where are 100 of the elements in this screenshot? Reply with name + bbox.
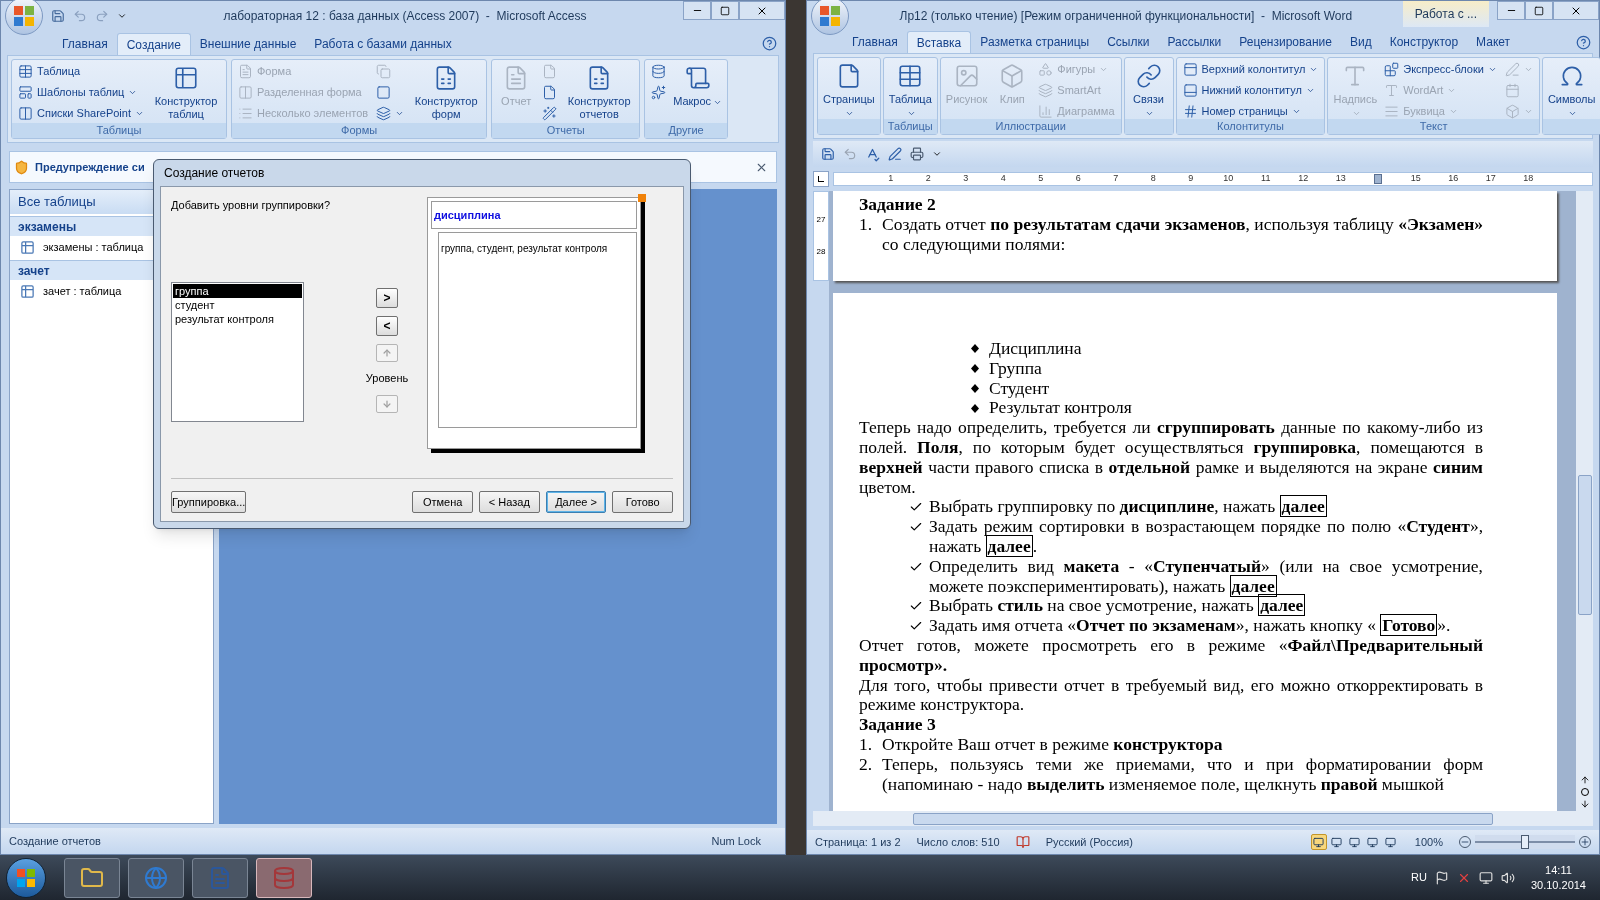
ribbon-tab[interactable]: Конструктор [1380,31,1468,53]
dialog-button[interactable]: Готово [612,491,673,513]
taskbar-app-button[interactable] [256,857,312,898]
input-language[interactable]: RU [1411,869,1427,886]
ribbon-tab[interactable]: Внешние данные [190,33,306,55]
maximize-icon [720,5,730,16]
ribbon-tab[interactable]: Главная [53,33,117,55]
language-status[interactable]: Русский (Россия) [1045,833,1133,851]
nav-item[interactable]: экзамены : таблица [10,236,213,258]
volume-icon[interactable] [1500,870,1515,885]
save-icon[interactable] [51,9,65,23]
dialog-button[interactable]: < Назад [479,491,540,513]
zoom-slider-thumb[interactable] [1521,835,1529,849]
list-item[interactable]: результат контроля [173,311,302,326]
ribbon-button[interactable]: Страницы [820,59,878,119]
move-button[interactable]: > [376,288,398,308]
ribbon-button[interactable]: Шаблоны таблиц [14,82,148,103]
caret-icon[interactable] [117,11,127,21]
ruler-number: 5 [1037,172,1045,186]
heading: Задание 3 [859,715,937,735]
maximize-button[interactable] [711,1,739,20]
clock[interactable]: 14:11 30.10.2014 [1522,862,1594,893]
ribbon-button[interactable]: Таблица [14,61,148,82]
ribbon-tab[interactable]: Создание [116,33,191,55]
page-count[interactable]: Страница: 1 из 2 [815,833,901,851]
ribbon-button[interactable]: Таблица [885,59,935,119]
help-icon[interactable] [1576,34,1591,50]
office-button[interactable] [811,0,849,35]
edit-icon[interactable] [888,147,902,161]
dialog-button[interactable]: Далее > [545,491,607,513]
ribbon-tab[interactable]: Рецензирование [1230,31,1341,53]
start-button[interactable] [6,857,46,898]
ribbon-button[interactable]: Верхний колонтитул [1178,59,1323,80]
ribbon-button[interactable]: Конструктор форм [408,61,485,121]
field-list[interactable]: группа студент результат контроля [171,281,304,422]
boxed-word: далее [1279,495,1327,518]
ribbon-tab[interactable]: Вид [1340,31,1381,53]
ribbon-button[interactable]: Связи [1126,59,1171,119]
ribbon-tab[interactable]: Ссылки [1098,31,1159,53]
dialog-button[interactable]: Отмена [412,491,473,513]
proofing-icon[interactable] [1015,835,1030,849]
footer-icon [1182,83,1198,98]
copy-icon [376,64,392,79]
ribbon-tab[interactable]: Рассылки [1158,31,1231,53]
previous-page-icon[interactable] [1579,775,1590,785]
move-button[interactable]: < [376,316,398,336]
ruler-marker[interactable] [1374,174,1383,184]
zoom-in-icon[interactable] [1579,836,1591,848]
ribbon-button[interactable]: Символы [1544,59,1599,119]
scroll-thumb[interactable] [1577,475,1592,615]
maximize-button[interactable] [1525,1,1553,20]
dialog-button[interactable]: Группировка... [171,491,247,513]
taskbar-app-button[interactable] [64,857,120,898]
columns-icon [18,106,33,121]
ribbon-button[interactable]: Макрос [670,61,726,121]
level-label: Уровень [365,371,409,386]
caret-icon [1523,65,1533,74]
tab-selector[interactable] [813,171,829,187]
table-ruler-icon [173,65,199,91]
caret-icon[interactable] [932,149,942,159]
list-item[interactable]: группа [173,283,302,298]
next-page-icon[interactable] [1579,799,1590,809]
table-icon [18,64,33,79]
word-count[interactable]: Число слов: 510 [916,833,1000,851]
ruler-number: 7 [1112,172,1120,186]
ribbon-button[interactable]: Конструктор отчетов [561,61,638,121]
bullet-text: Студент [989,378,1050,399]
view-button[interactable] [1310,834,1327,850]
zoom-level[interactable]: 100% [1414,833,1443,851]
ribbon-button[interactable]: Конструктор таблиц [148,61,224,121]
ribbon-button[interactable]: Экспресс-блоки [1380,59,1501,80]
ribbon-button[interactable]: Списки SharePoint [14,103,148,124]
group-header-box: дисциплина [431,201,637,229]
ribbon-tab[interactable]: Макет [1467,31,1520,53]
vertical-scrollbar[interactable] [1576,191,1593,811]
spelling-icon[interactable] [865,146,880,162]
diamond-bullet-icon [971,384,979,393]
help-icon[interactable] [762,35,777,51]
office-button[interactable] [5,0,43,35]
save-icon[interactable] [821,147,835,161]
ribbon-tab[interactable]: Вставка [906,31,972,53]
window-title: лабораторная 12 : база данных (Access 2007) - Microsoft Access [223,8,587,25]
taskbar-app-button[interactable] [128,857,184,898]
horizontal-scrollbar[interactable] [813,811,1593,826]
list-item[interactable]: студент [173,297,302,312]
group-label: Текст [1419,119,1448,135]
ribbon-tab[interactable]: Разметка страницы [971,31,1099,53]
monitor-icon[interactable] [1478,870,1493,885]
office-logo-icon [13,5,35,27]
scroll-thumb[interactable] [913,812,1493,825]
ruler-number: 11 [1260,172,1272,186]
ribbon-button[interactable]: Нижний колонтитул [1178,80,1323,101]
calendar-icon [1504,83,1520,98]
ribbon-tab[interactable]: Главная [843,31,907,53]
ribbon-button[interactable]: Номер страницы [1178,101,1323,122]
zoom-slider-track[interactable] [1475,835,1575,849]
ribbon-tab[interactable]: Работа с базами данных [305,33,461,55]
printer-icon[interactable] [910,147,924,161]
flag-icon[interactable] [1434,870,1449,885]
taskbar-app-button[interactable] [192,857,248,898]
